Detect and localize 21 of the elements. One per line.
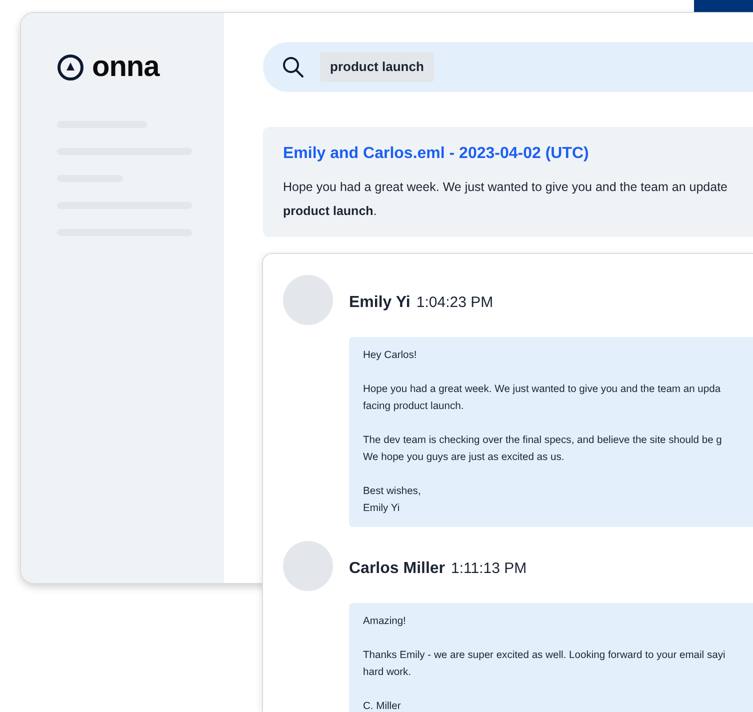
search-icon [282,56,304,78]
message-paragraph: Hope you had a great week. We just wanted to give you and the team an upda facing product launch. [363,383,722,414]
result-snippet: Hope you had a great week. We just wanted to give you and the team an update product launch. [283,179,729,220]
result-title-link[interactable]: Emily and Carlos.eml - 2023-04-02 (UTC) [283,142,753,166]
corner-shape [694,0,753,12]
message-time: 1:11:13 PM [451,559,527,579]
message-paragraph: C. Miller [363,700,402,712]
search-term-tag: product launch [320,52,434,82]
avatar [283,275,333,325]
logo-icon [57,54,84,81]
search-field[interactable]: product launch [263,42,753,92]
avatar [283,541,333,591]
message-time: 1:04:23 PM [416,293,494,313]
message-paragraph: The dev team is checking over the final specs, and believe the site should be g We hope you guys are just as excited as us. [363,434,723,465]
message-paragraph: Amazing! [363,615,407,629]
logo-text: onna [92,53,160,82]
message-paragraph: Hey Carlos! [363,349,418,363]
sender-name: Carlos Miller [349,559,446,579]
message-paragraph: Thanks Emily - we are super excited as well. Looking forward to your email sayi hard work. [363,649,726,680]
sender-name: Emily Yi [349,293,410,313]
message-paragraph: Best wishes, Emily Yi [363,485,422,516]
